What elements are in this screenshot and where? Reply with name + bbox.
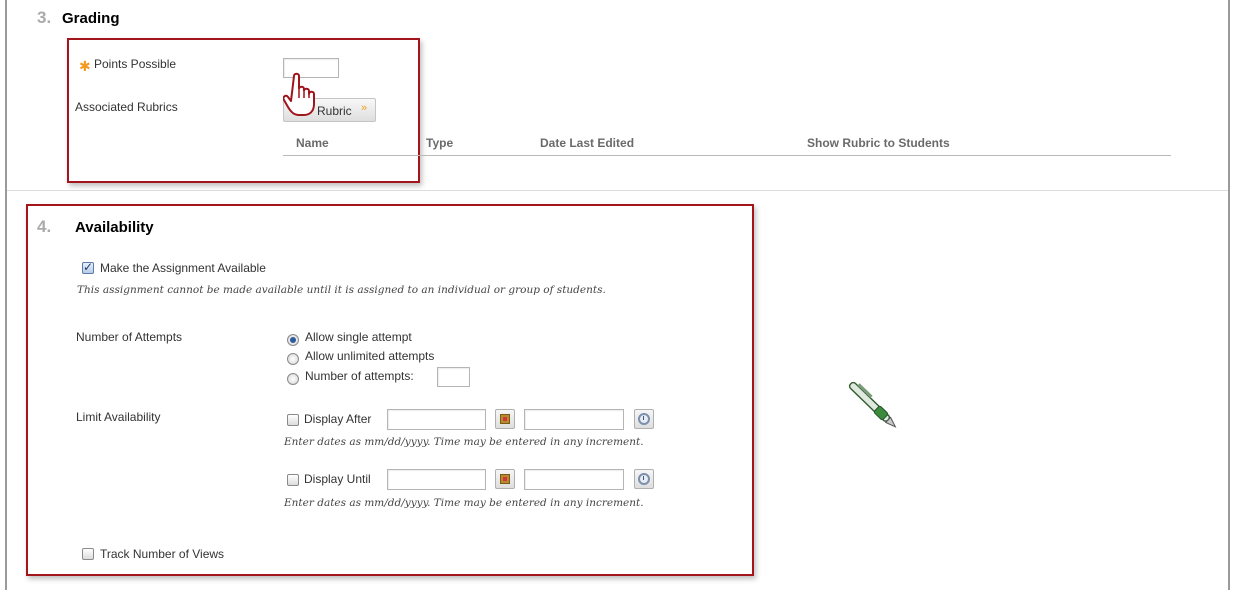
display-after-date-input[interactable] — [387, 409, 486, 430]
display-until-clock-button[interactable] — [634, 469, 654, 489]
single-attempt-label: Allow single attempt — [305, 330, 412, 344]
radio-single-attempt[interactable] — [287, 334, 299, 346]
display-after-calendar-button[interactable] — [495, 409, 515, 429]
rubric-col-type: Type — [426, 136, 454, 150]
display-after-clock-button[interactable] — [634, 409, 654, 429]
clock-icon — [638, 413, 650, 425]
rubric-button-label: Rubric — [317, 104, 352, 118]
display-until-calendar-button[interactable] — [495, 469, 515, 489]
availability-highlight-box — [26, 204, 754, 576]
number-of-attempts-label: Number of Attempts — [76, 330, 183, 344]
calendar-icon — [500, 414, 510, 424]
display-until-time-input[interactable] — [524, 469, 624, 490]
clock-icon — [638, 473, 650, 485]
display-after-time-input[interactable] — [524, 409, 624, 430]
asterisk-icon: ✱ — [79, 58, 91, 74]
display-until-date-hint: Enter dates as mm/dd/yyyy. Time may be e… — [284, 497, 644, 509]
display-after-date-hint: Enter dates as mm/dd/yyyy. Time may be e… — [284, 436, 644, 448]
track-views-label: Track Number of Views — [100, 547, 225, 561]
display-after-checkbox[interactable] — [287, 414, 299, 426]
radio-number-of-attempts[interactable] — [287, 373, 299, 385]
display-until-date-input[interactable] — [387, 469, 486, 490]
associated-rubrics-label: Associated Rubrics — [75, 100, 178, 114]
availability-step-number: 4. — [37, 217, 52, 236]
make-available-note: This assignment cannot be made available… — [77, 284, 606, 296]
grading-step-number: 3. — [37, 8, 52, 27]
make-available-label: Make the Assignment Available — [100, 261, 266, 275]
section-divider — [7, 190, 1228, 191]
rubric-col-name: Name — [296, 136, 329, 150]
rubric-col-show-to-students: Show Rubric to Students — [807, 136, 950, 150]
points-possible-label: Points Possible — [94, 57, 177, 71]
rubric-col-date-last-edited: Date Last Edited — [540, 136, 635, 150]
double-chevron-down-icon: » — [361, 102, 368, 114]
pen-icon — [848, 381, 897, 428]
limit-availability-label: Limit Availability — [76, 410, 161, 424]
unlimited-attempts-label: Allow unlimited attempts — [305, 349, 435, 363]
display-after-label: Display After — [304, 412, 372, 426]
availability-section-title: Availability — [75, 219, 154, 236]
make-available-checkbox[interactable] — [82, 260, 94, 274]
display-until-label: Display Until — [304, 472, 371, 486]
rubric-table-rule — [283, 155, 1171, 156]
number-of-attempts-option-label: Number of attempts: — [305, 369, 414, 383]
calendar-icon — [500, 474, 510, 484]
track-views-checkbox[interactable] — [82, 548, 94, 560]
attempts-count-input[interactable] — [437, 367, 470, 387]
grading-section-title: Grading — [62, 10, 120, 27]
display-until-checkbox[interactable] — [287, 474, 299, 486]
radio-unlimited-attempts[interactable] — [287, 353, 299, 365]
hand-pointer-icon — [283, 72, 315, 116]
